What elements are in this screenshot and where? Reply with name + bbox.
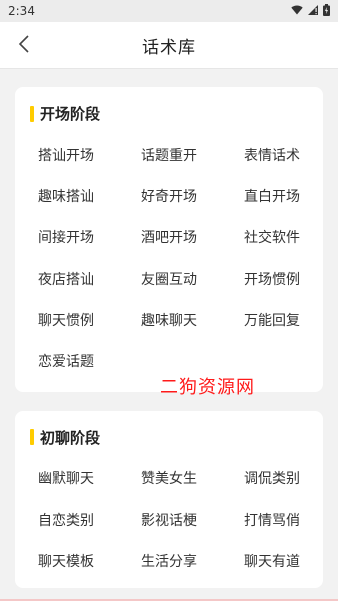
script-item[interactable]: 聊天有道: [244, 540, 338, 581]
watermark-text: 二狗资源网: [160, 377, 255, 398]
back-button[interactable]: [12, 34, 36, 58]
section-accent-bar: [30, 105, 34, 122]
section-header: 开场阶段: [15, 103, 323, 124]
script-item[interactable]: 间接开场: [38, 217, 141, 258]
status-time: 2:34: [8, 4, 35, 18]
script-item[interactable]: 幽默聊天: [38, 458, 141, 499]
status-icons: [291, 3, 330, 19]
section-card-first-chat: 初聊阶段 幽默聊天 赞美女生 调侃类别 自恋类别 影视话梗 打情骂俏 聊天模板 …: [15, 410, 323, 588]
content: 开场阶段 搭讪开场 话题重开 表情话术 趣味搭讪 好奇开场 直白开场 间接开场 …: [0, 69, 338, 588]
page-title: 话术库: [142, 37, 196, 58]
script-item[interactable]: 搭讪开场: [38, 134, 141, 175]
script-item[interactable]: 趣味搭讪: [38, 175, 141, 216]
status-bar: 2:34: [0, 0, 338, 22]
section-title: 初聊阶段: [40, 428, 101, 447]
script-item[interactable]: 好奇开场: [141, 175, 244, 216]
script-item[interactable]: 聊天模板: [38, 540, 141, 581]
script-item[interactable]: 夜店搭讪: [38, 258, 141, 299]
chevron-left-icon: [18, 34, 30, 58]
section-accent-bar: [30, 429, 34, 446]
script-item[interactable]: 话题重开: [141, 134, 244, 175]
script-item[interactable]: 友圈互动: [141, 258, 244, 299]
script-item[interactable]: 影视话梗: [141, 499, 244, 540]
script-item[interactable]: 调侃类别: [244, 458, 338, 499]
script-item[interactable]: 社交软件: [244, 217, 338, 258]
script-item[interactable]: 表情话术: [244, 134, 338, 175]
script-item[interactable]: 趣味聊天: [141, 299, 244, 340]
script-grid: 搭讪开场 话题重开 表情话术 趣味搭讪 好奇开场 直白开场 间接开场 酒吧开场 …: [15, 134, 323, 382]
script-grid: 幽默聊天 赞美女生 调侃类别 自恋类别 影视话梗 打情骂俏 聊天模板 生活分享 …: [15, 458, 323, 582]
nav-bar: 话术库: [0, 22, 338, 69]
script-item[interactable]: 恋爱话题: [38, 340, 141, 381]
script-item[interactable]: 赞美女生: [141, 458, 244, 499]
script-item[interactable]: 万能回复: [244, 299, 338, 340]
script-item[interactable]: 聊天惯例: [38, 299, 141, 340]
script-item[interactable]: 打情骂俏: [244, 499, 338, 540]
section-title: 开场阶段: [40, 105, 101, 123]
signal-icon: [308, 4, 318, 18]
script-item[interactable]: 直白开场: [244, 175, 338, 216]
battery-icon: [323, 3, 330, 19]
section-card-opening: 开场阶段 搭讪开场 话题重开 表情话术 趣味搭讪 好奇开场 直白开场 间接开场 …: [15, 87, 323, 392]
wifi-icon: [291, 4, 303, 18]
script-item[interactable]: 酒吧开场: [141, 217, 244, 258]
section-header: 初聊阶段: [15, 427, 323, 448]
script-item[interactable]: 生活分享: [141, 540, 244, 581]
script-item[interactable]: 自恋类别: [38, 499, 141, 540]
script-item[interactable]: 开场惯例: [244, 258, 338, 299]
